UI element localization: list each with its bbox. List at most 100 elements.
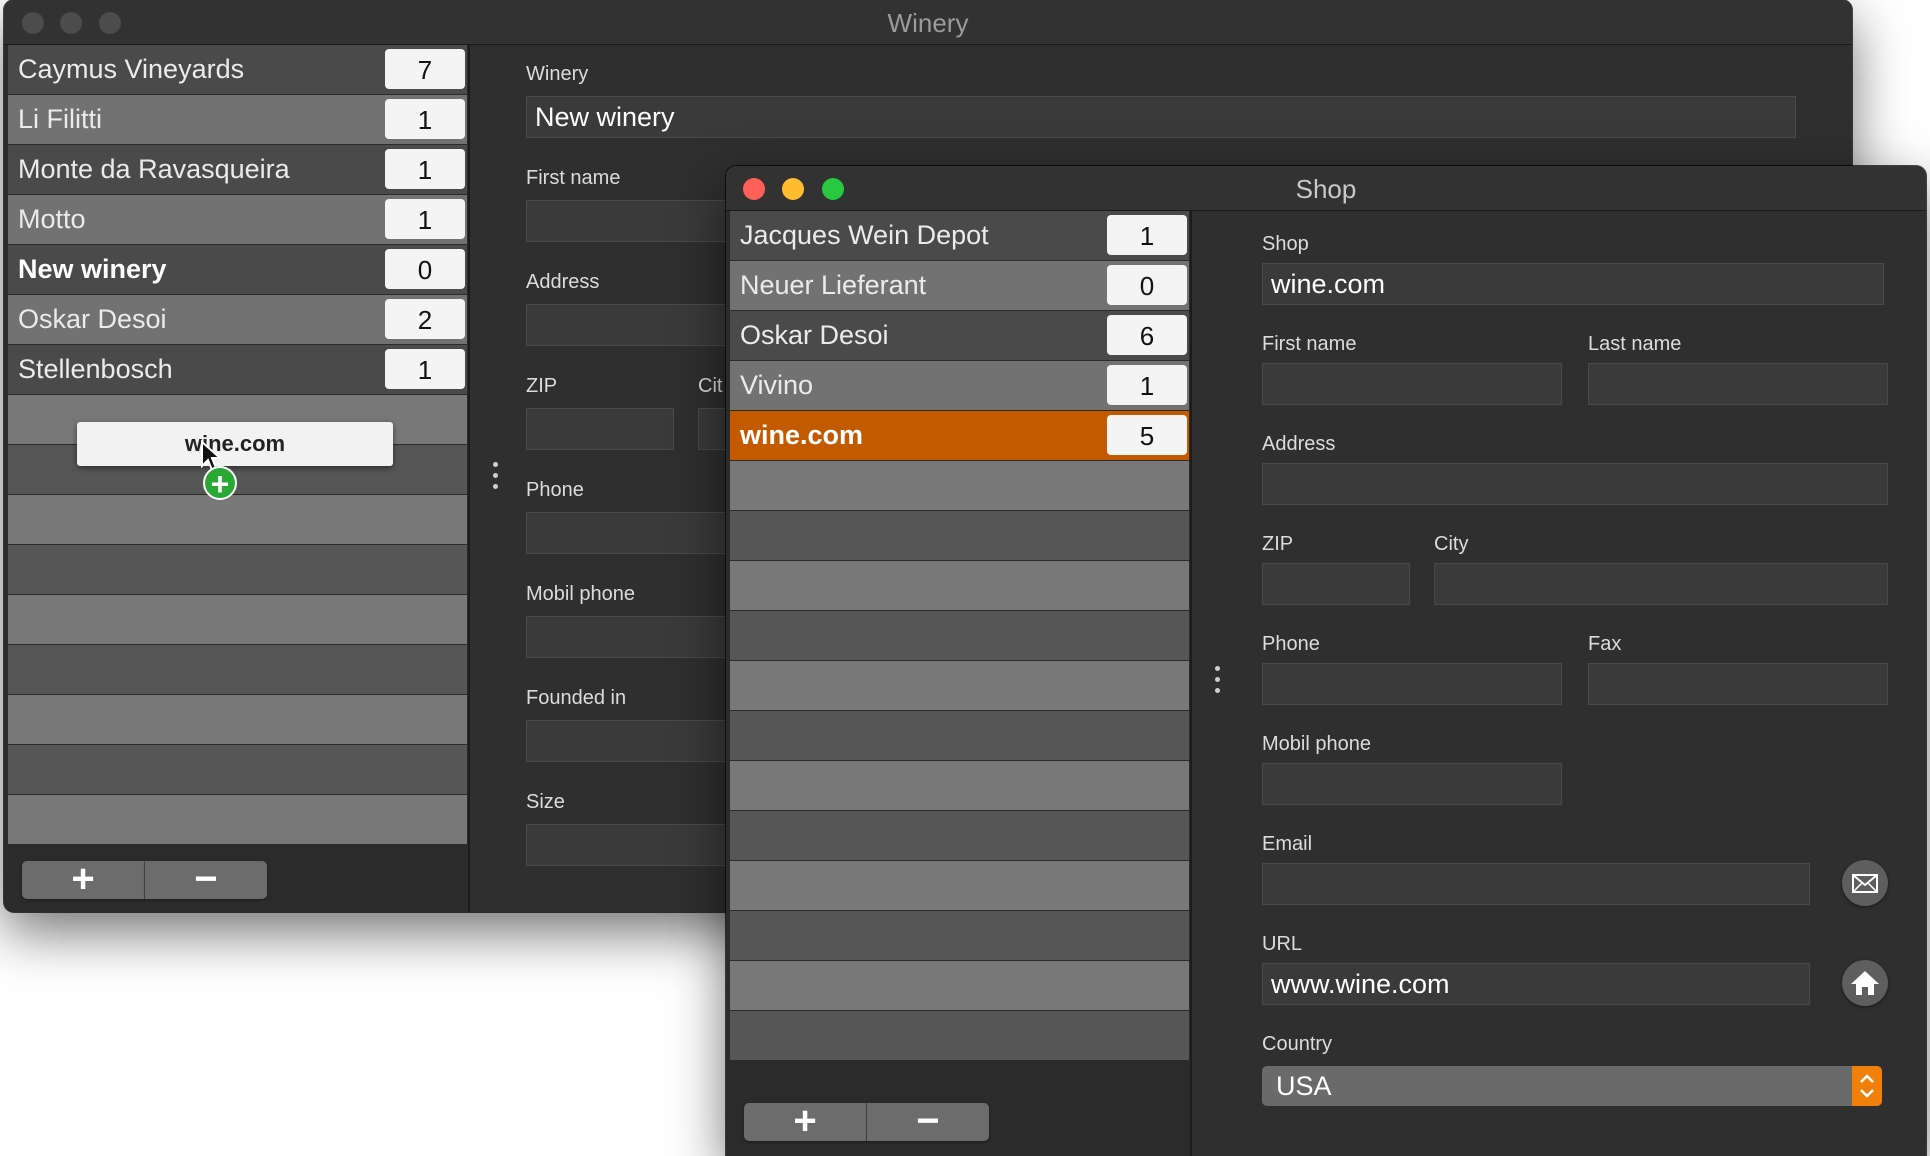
first-name-field[interactable]: [1262, 363, 1562, 405]
count-badge: 1: [385, 149, 465, 189]
list-item-name: Li Filitti: [18, 104, 103, 134]
count-badge: 7: [385, 49, 465, 89]
shop-label: Shop: [1262, 233, 1309, 255]
winery-label: Winery: [526, 63, 589, 85]
address-label: Address: [1262, 433, 1336, 455]
list-item-name: Vivino: [740, 370, 814, 400]
split-divider[interactable]: [1215, 666, 1221, 699]
list-item[interactable]: Jacques Wein Depot 1: [730, 211, 1189, 260]
empty-row: [8, 695, 467, 744]
list-item-name: New winery: [18, 254, 167, 284]
empty-row: [8, 645, 467, 694]
empty-row: [8, 745, 467, 794]
count-badge: 1: [385, 199, 465, 239]
count-badge: 2: [385, 299, 465, 339]
phone-field[interactable]: [526, 512, 726, 554]
city-label: Cit: [698, 375, 723, 397]
list-item-name: Oskar Desoi: [18, 304, 167, 334]
list-item[interactable]: wine.com 5: [730, 411, 1189, 460]
empty-row: [730, 711, 1189, 760]
list-item-name: Oskar Desoi: [740, 320, 889, 350]
list-item-name: Monte da Ravasqueira: [18, 154, 290, 184]
chevron-updown-icon: [1852, 1066, 1882, 1106]
mobil-phone-field[interactable]: [1262, 763, 1562, 805]
zip-field[interactable]: [1262, 563, 1410, 605]
window-title: Shop: [1295, 174, 1357, 204]
add-shop-button[interactable]: +: [744, 1101, 867, 1141]
winery-name-field[interactable]: New winery: [526, 96, 1796, 138]
list-item[interactable]: Caymus Vineyards 7: [8, 45, 467, 94]
email-field[interactable]: [1262, 863, 1810, 905]
list-item-name: Caymus Vineyards: [18, 54, 245, 84]
phone-field[interactable]: [1262, 663, 1562, 705]
empty-row: [8, 795, 467, 844]
mobil-phone-label: Mobil phone: [526, 583, 635, 605]
list-item[interactable]: Li Filitti 1: [8, 95, 467, 144]
zip-field[interactable]: [526, 408, 674, 450]
send-email-button[interactable]: [1842, 860, 1888, 906]
list-item[interactable]: Oskar Desoi 2: [8, 295, 467, 344]
last-name-field[interactable]: [1588, 363, 1888, 405]
empty-row: [730, 861, 1189, 910]
address-field[interactable]: [526, 304, 726, 346]
address-field[interactable]: [1262, 463, 1888, 505]
count-badge: 1: [1107, 365, 1187, 405]
first-name-field[interactable]: [526, 200, 726, 242]
city-field[interactable]: [1434, 563, 1888, 605]
list-item-name: Neuer Lieferant: [740, 270, 927, 300]
shop-name-field[interactable]: wine.com: [1262, 263, 1884, 305]
country-label: Country: [1262, 1033, 1333, 1055]
empty-row: [730, 911, 1189, 960]
shop-titlebar: Shop: [726, 166, 1926, 211]
list-item[interactable]: Vivino 1: [730, 361, 1189, 410]
fax-label: Fax: [1588, 633, 1622, 655]
url-field[interactable]: www.wine.com: [1262, 963, 1810, 1005]
empty-row: [730, 461, 1189, 510]
founded-label: Founded in: [526, 687, 627, 709]
count-badge: 1: [385, 349, 465, 389]
list-item[interactable]: New winery 0: [8, 245, 467, 294]
first-name-label: First name: [526, 167, 621, 189]
remove-winery-button[interactable]: −: [145, 859, 267, 899]
country-value: USA: [1276, 1071, 1332, 1101]
country-select[interactable]: USA: [1262, 1066, 1882, 1106]
open-url-button[interactable]: [1842, 960, 1888, 1006]
address-label: Address: [526, 271, 600, 293]
winery-titlebar: Winery: [4, 0, 1852, 45]
empty-row: [8, 595, 467, 644]
list-item-name: Motto: [18, 204, 86, 234]
list-item[interactable]: Oskar Desoi 6: [730, 311, 1189, 360]
shop-list[interactable]: Jacques Wein Depot 1 Neuer Lieferant 0 Oskar…: [726, 211, 1192, 1156]
list-item[interactable]: Stellenbosch 1: [8, 345, 467, 394]
list-item[interactable]: Motto 1: [8, 195, 467, 244]
count-badge: 1: [385, 99, 465, 139]
remove-shop-button[interactable]: −: [867, 1101, 989, 1141]
phone-label: Phone: [1262, 633, 1320, 655]
size-field[interactable]: [526, 824, 726, 866]
list-item-name: wine.com: [740, 420, 864, 450]
mail-icon: [1852, 874, 1878, 893]
city-label: City: [1434, 533, 1469, 555]
shop-window: Shop Jacques Wein Depot 1 Neuer Lieferant 0…: [726, 166, 1926, 1156]
empty-row: [730, 811, 1189, 860]
empty-row: [730, 1011, 1189, 1060]
split-divider[interactable]: [493, 462, 499, 495]
list-item[interactable]: Neuer Lieferant 0: [730, 261, 1189, 310]
add-winery-button[interactable]: +: [22, 859, 145, 899]
fax-field[interactable]: [1588, 663, 1888, 705]
empty-row: [8, 545, 467, 594]
size-label: Size: [526, 791, 565, 813]
home-icon: [1851, 971, 1879, 995]
zip-label: ZIP: [1262, 533, 1294, 555]
first-name-label: First name: [1262, 333, 1357, 355]
count-badge: 0: [385, 249, 465, 289]
winery-list[interactable]: Caymus Vineyards 7 Li Filitti 1 Monte da Rav…: [4, 45, 470, 912]
mobil-phone-field[interactable]: [526, 616, 726, 658]
count-badge: 6: [1107, 315, 1187, 355]
empty-row: [730, 961, 1189, 1010]
list-item-name: Jacques Wein Depot: [740, 220, 989, 250]
empty-row: [730, 661, 1189, 710]
empty-row: [730, 561, 1189, 610]
list-item[interactable]: Monte da Ravasqueira 1: [8, 145, 467, 194]
founded-field[interactable]: [526, 720, 726, 762]
